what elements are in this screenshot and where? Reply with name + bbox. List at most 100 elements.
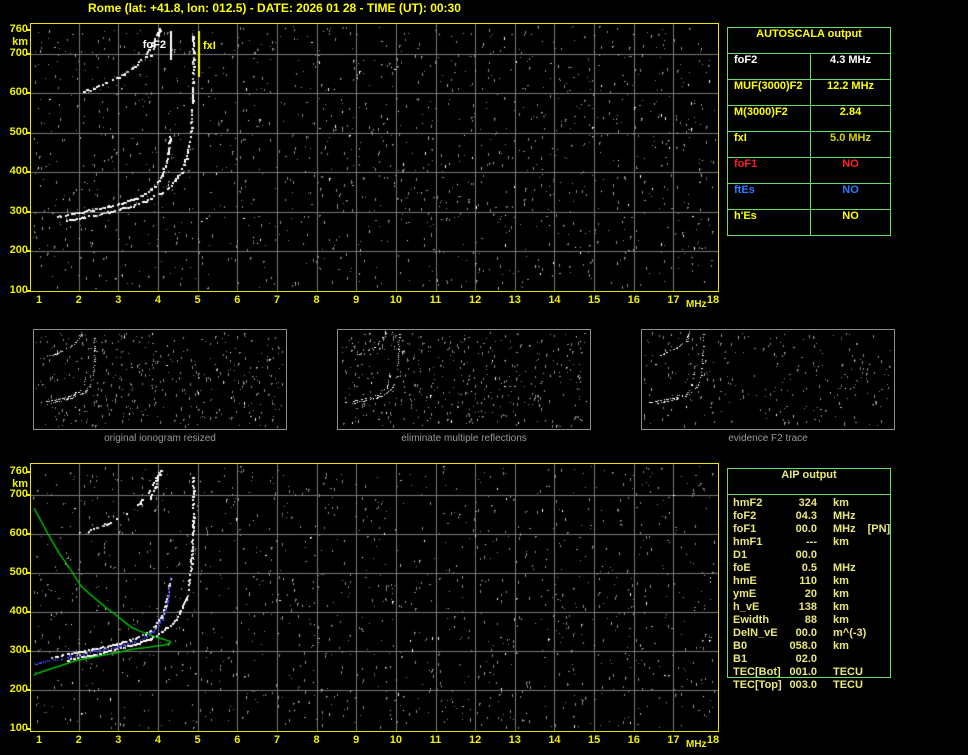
aip-param-unit: m^(-3) bbox=[833, 627, 867, 639]
panel-evidence-f2-canvas bbox=[642, 330, 894, 429]
aip-param-unit: km bbox=[833, 536, 849, 548]
autoscala-row: h'Es NO bbox=[728, 210, 890, 235]
aip-row: B0 058.0 km bbox=[727, 640, 927, 653]
autoscala-param-label: fxI bbox=[728, 132, 811, 157]
y-axis-tick-mark bbox=[26, 533, 30, 536]
aip-row: DelN_vE 00.0 m^(-3) bbox=[727, 627, 927, 640]
x-tick-label: 8 bbox=[313, 734, 320, 746]
autoscala-param-label: ftEs bbox=[728, 184, 811, 209]
aip-row: foE 0.5 MHz bbox=[727, 562, 927, 575]
y-axis-unit: km bbox=[12, 478, 28, 490]
x-tick-label: 12 bbox=[469, 294, 482, 306]
autoscala-output-table: AUTOSCALA output foF2 4.3 MHz MUF(3000)F2 1… bbox=[727, 27, 891, 236]
y-tick-label: 300 bbox=[9, 644, 28, 657]
aip-param-value: 00.0 bbox=[795, 627, 817, 639]
x-tick-label: 17 bbox=[667, 734, 680, 746]
aip-row: hmF2 324 km bbox=[727, 497, 927, 510]
y-tick-label: 600 bbox=[9, 86, 28, 99]
autoscala-param-value: 4.3 MHz bbox=[830, 54, 871, 66]
aip-param-label: hmF1 bbox=[733, 536, 763, 548]
x-axis-unit: MHz bbox=[686, 739, 707, 750]
y-axis-tick-mark bbox=[26, 210, 30, 213]
aip-param-unit: km bbox=[833, 601, 849, 613]
autoscala-table-rows: foF2 4.3 MHz MUF(3000)F2 12.2 MHz M(3000)F2 2… bbox=[728, 54, 890, 235]
aip-param-label: hmF2 bbox=[733, 497, 763, 509]
aip-row: h_vE 138 km bbox=[727, 601, 927, 614]
panel-original-ionogram bbox=[33, 329, 287, 430]
aip-param-label: TEC[Top] bbox=[733, 679, 782, 691]
x-tick-label: 9 bbox=[353, 294, 360, 306]
aip-param-value: 003.0 bbox=[789, 679, 817, 691]
panel-original-ionogram-canvas bbox=[34, 330, 286, 429]
aip-param-unit: MHz bbox=[833, 510, 856, 522]
aip-param-unit: km bbox=[833, 497, 849, 509]
aip-row: D1 00.0 bbox=[727, 549, 927, 562]
autoscala-param-value: 2.84 bbox=[839, 106, 862, 118]
autoscala-row: foF1 NO bbox=[728, 158, 890, 184]
aip-param-label: ymE bbox=[733, 588, 757, 600]
y-axis-tick-mark bbox=[26, 611, 30, 614]
x-tick-label: 6 bbox=[234, 294, 241, 306]
x-tick-label: 14 bbox=[548, 734, 561, 746]
aip-param-value: 0.5 bbox=[801, 562, 817, 574]
y-axis-tick-mark bbox=[26, 689, 30, 692]
x-tick-label: 4 bbox=[154, 294, 161, 306]
y-tick-label: 200 bbox=[9, 683, 28, 696]
x-tick-label: 4 bbox=[154, 734, 161, 746]
aip-row: Ewidth 88 km bbox=[727, 614, 927, 627]
x-tick-label: 2 bbox=[75, 734, 82, 746]
aip-row: foF1 00.0 MHz [PN] bbox=[727, 523, 927, 536]
y-tick-label: 700 bbox=[9, 488, 28, 501]
y-axis-tick-mark bbox=[26, 92, 30, 95]
panel-evidence-f2 bbox=[641, 329, 895, 430]
y-tick-label: 500 bbox=[9, 125, 28, 138]
x-tick-label: 8 bbox=[313, 294, 320, 306]
aip-param-value: 001.0 bbox=[789, 666, 817, 678]
bottom-ionogram-plot bbox=[30, 463, 719, 732]
autoscala-row: foF2 4.3 MHz bbox=[728, 54, 890, 80]
x-tick-label: 16 bbox=[627, 734, 640, 746]
aip-param-unit: MHz bbox=[833, 523, 856, 535]
x-tick-label: 15 bbox=[587, 294, 601, 306]
y-axis-tick-mark bbox=[26, 250, 30, 253]
panel-eliminate-reflections-canvas bbox=[338, 330, 590, 429]
autoscala-param-label: foF1 bbox=[728, 158, 811, 183]
x-tick-label: 1 bbox=[35, 734, 43, 746]
y-axis-tick-mark bbox=[26, 52, 30, 55]
y-axis-tick-mark bbox=[26, 131, 30, 134]
x-tick-label: 1 bbox=[35, 294, 43, 306]
y-axis-tick-mark bbox=[26, 171, 30, 174]
x-tick-label: 2 bbox=[75, 294, 82, 306]
y-axis-tick-mark bbox=[26, 290, 30, 293]
top-ionogram-plot bbox=[30, 23, 719, 292]
fof2-marker-label: foF2 bbox=[142, 39, 166, 51]
aip-row: hmE 110 km bbox=[727, 575, 927, 588]
y-tick-label: 100 bbox=[9, 284, 28, 297]
aip-row: ymE 20 km bbox=[727, 588, 927, 601]
y-tick-label: 100 bbox=[9, 722, 28, 734]
aip-param-unit: km bbox=[833, 640, 849, 652]
autoscala-ionogram-screen: Rome (lat: +41.8, lon: 012.5) - DATE: 20… bbox=[0, 0, 968, 755]
x-tick-label: 12 bbox=[469, 734, 482, 746]
aip-param-unit: km bbox=[833, 588, 849, 600]
y-tick-label: 600 bbox=[9, 527, 28, 540]
panel-caption-original: original ionogram resized bbox=[104, 433, 216, 444]
aip-param-value: 110 bbox=[799, 575, 817, 587]
y-tick-label: 300 bbox=[9, 204, 28, 217]
y-tick-label: 500 bbox=[9, 566, 28, 579]
aip-param-value: 02.0 bbox=[795, 653, 817, 665]
aip-param-label: DelN_vE bbox=[733, 627, 778, 639]
panel-eliminate-reflections bbox=[337, 329, 591, 430]
autoscala-param-value: 12.2 MHz bbox=[826, 80, 875, 92]
x-tick-label: 15 bbox=[587, 734, 601, 746]
autoscala-param-value: NO bbox=[842, 184, 859, 196]
aip-param-unit: km bbox=[833, 575, 849, 587]
x-tick-label: 17 bbox=[667, 294, 680, 306]
y-tick-label: 760 bbox=[9, 23, 28, 35]
x-tick-label: 10 bbox=[389, 734, 402, 746]
aip-param-value: 324 bbox=[798, 497, 817, 509]
aip-param-value: 00.0 bbox=[795, 523, 817, 535]
autoscala-table-title: AUTOSCALA output bbox=[728, 28, 890, 54]
x-tick-label: 7 bbox=[273, 294, 280, 306]
y-tick-label: 400 bbox=[9, 605, 28, 618]
